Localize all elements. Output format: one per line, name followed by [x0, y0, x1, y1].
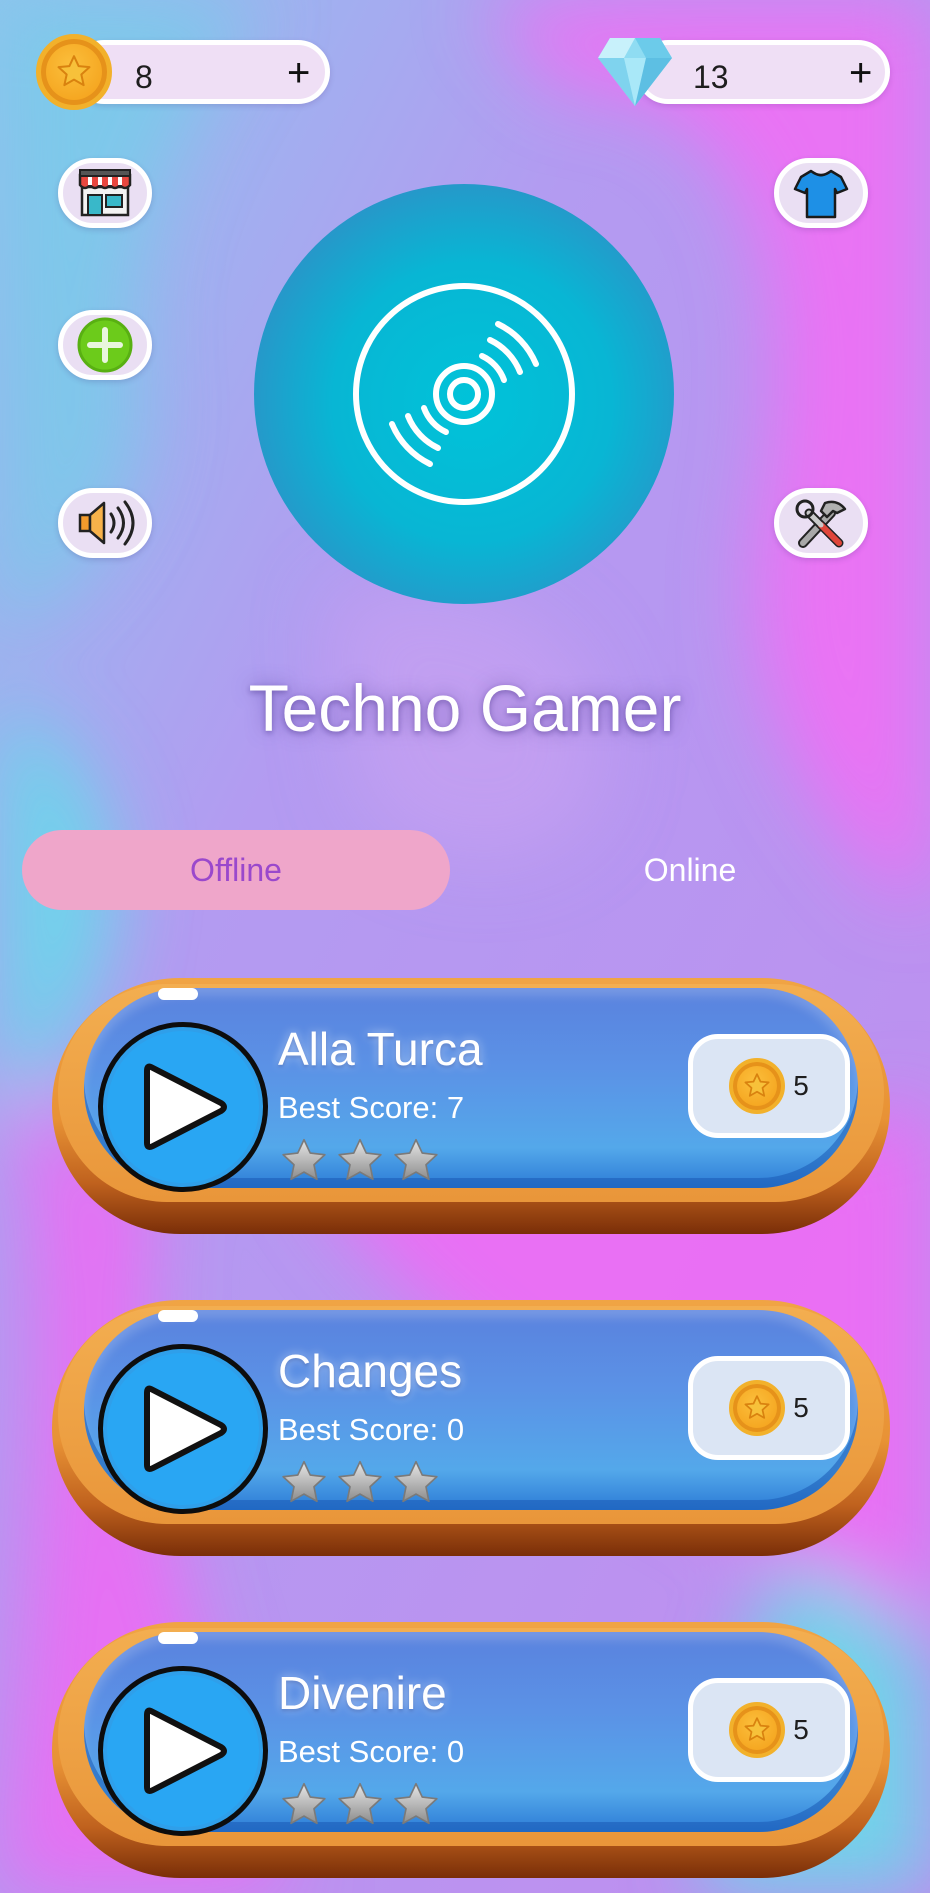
coin-count: 8: [135, 59, 153, 95]
star-rating: [278, 1458, 442, 1508]
unlock-cost: 5: [793, 1714, 809, 1745]
avatar: [254, 184, 674, 604]
add-icon: [77, 317, 133, 373]
unlock-cost: 5: [793, 1392, 809, 1423]
star-empty-icon: [282, 1460, 326, 1503]
star-empty-icon: [282, 1138, 326, 1181]
star-empty-icon: [282, 1782, 326, 1825]
best-score: Best Score: 7: [278, 1090, 465, 1125]
gem-icon: [596, 34, 674, 108]
coin-icon: [729, 1058, 786, 1114]
song-title: Changes: [278, 1345, 463, 1397]
play-button[interactable]: [98, 1666, 268, 1836]
gem-counter: 13 +: [636, 40, 890, 104]
star-rating: [278, 1780, 442, 1830]
add-button[interactable]: [58, 310, 152, 380]
shop-icon: [78, 169, 132, 217]
star-empty-icon: [338, 1782, 382, 1825]
star-empty-icon: [338, 1460, 382, 1503]
star-empty-icon: [394, 1138, 438, 1181]
song-title: Divenire: [278, 1667, 447, 1719]
tab-online[interactable]: Online: [476, 830, 904, 910]
unlock-cost-button[interactable]: 5: [688, 1356, 850, 1460]
play-icon: [144, 1385, 227, 1472]
player-name: Techno Gamer: [248, 671, 682, 745]
tools-icon: [795, 499, 847, 548]
tab-offline[interactable]: Offline: [22, 830, 450, 910]
best-score: Best Score: 0: [278, 1412, 465, 1447]
star-empty-icon: [338, 1138, 382, 1181]
song-card: Alla Turca Best Score: 7 5: [52, 978, 890, 1234]
shirt-icon: [793, 169, 849, 219]
song-card: Changes Best Score: 0 5: [52, 1300, 890, 1556]
song-title: Alla Turca: [278, 1023, 483, 1075]
play-icon: [144, 1707, 227, 1794]
add-gems-button[interactable]: +: [849, 49, 872, 97]
outfit-button[interactable]: [774, 158, 868, 228]
sound-button[interactable]: [58, 488, 152, 558]
add-coins-button[interactable]: +: [287, 49, 310, 97]
star-rating: [278, 1136, 442, 1186]
settings-button[interactable]: [774, 488, 868, 558]
star-empty-icon: [394, 1460, 438, 1503]
unlock-cost: 5: [793, 1070, 809, 1101]
play-button[interactable]: [98, 1022, 268, 1192]
unlock-cost-button[interactable]: 5: [688, 1034, 850, 1138]
speaker-icon: [78, 500, 135, 546]
coin-icon: [729, 1702, 786, 1758]
shop-button[interactable]: [58, 158, 152, 228]
play-button[interactable]: [98, 1344, 268, 1514]
star-empty-icon: [394, 1782, 438, 1825]
unlock-cost-button[interactable]: 5: [688, 1678, 850, 1782]
best-score: Best Score: 0: [278, 1734, 465, 1769]
coin-icon: [729, 1380, 786, 1436]
gem-count: 13: [693, 59, 729, 95]
play-icon: [144, 1063, 227, 1150]
coin-icon: [36, 34, 112, 110]
song-card: Divenire Best Score: 0 5: [52, 1622, 890, 1878]
disc-icon: [353, 283, 575, 505]
